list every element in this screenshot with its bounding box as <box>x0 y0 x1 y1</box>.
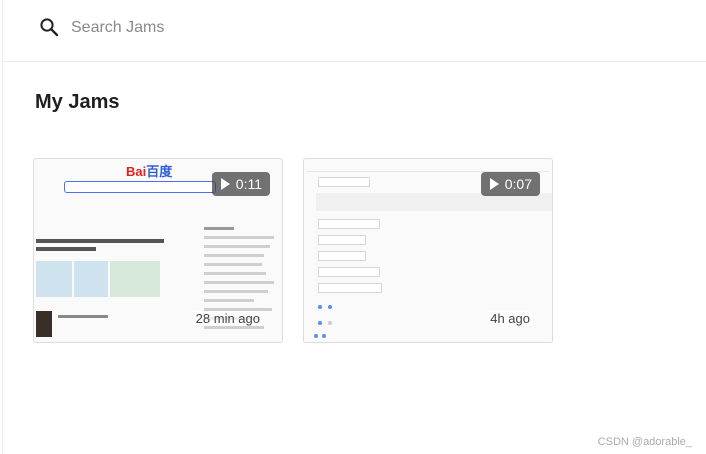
play-icon <box>220 178 230 190</box>
thumb-form-field <box>318 235 366 245</box>
thumb-radio <box>318 321 322 325</box>
thumb-radio <box>314 334 318 338</box>
jam-card[interactable]: 0:07 4h ago <box>303 158 553 343</box>
thumb-form-field <box>318 177 370 187</box>
thumb-radio <box>322 334 326 338</box>
thumb-book-cover <box>36 311 52 337</box>
baidu-logo: Bai百度 <box>126 164 173 179</box>
thumb-form-field <box>318 219 380 229</box>
duration-label: 0:11 <box>235 176 262 192</box>
search-bar <box>3 0 706 62</box>
jam-age: 4h ago <box>488 311 532 326</box>
thumb-map <box>74 261 108 297</box>
thumb-radio <box>318 305 322 309</box>
duration-label: 0:07 <box>504 176 532 192</box>
thumb-book-title <box>58 315 108 318</box>
thumb-map <box>36 261 72 297</box>
thumb-form-field <box>318 283 382 293</box>
search-icon <box>40 18 59 37</box>
page-title: My Jams <box>35 91 120 113</box>
jam-card[interactable]: Bai百度 0:11 28 min ago <box>33 158 283 343</box>
duration-badge[interactable]: 0:11 <box>211 172 270 196</box>
play-icon <box>489 178 499 190</box>
thumb-headline <box>36 239 171 257</box>
thumb-form-field <box>318 267 380 277</box>
thumb-form-field <box>318 251 366 261</box>
thumb-radio <box>328 321 332 325</box>
thumb-search-box <box>64 181 216 193</box>
duration-badge[interactable]: 0:07 <box>480 172 540 196</box>
left-divider <box>2 0 3 454</box>
search-input[interactable] <box>69 14 473 42</box>
thumb-map <box>110 261 160 297</box>
thumb-radio <box>328 305 332 309</box>
watermark: CSDN @adorable_ <box>597 436 692 448</box>
jam-age: 28 min ago <box>193 311 262 326</box>
